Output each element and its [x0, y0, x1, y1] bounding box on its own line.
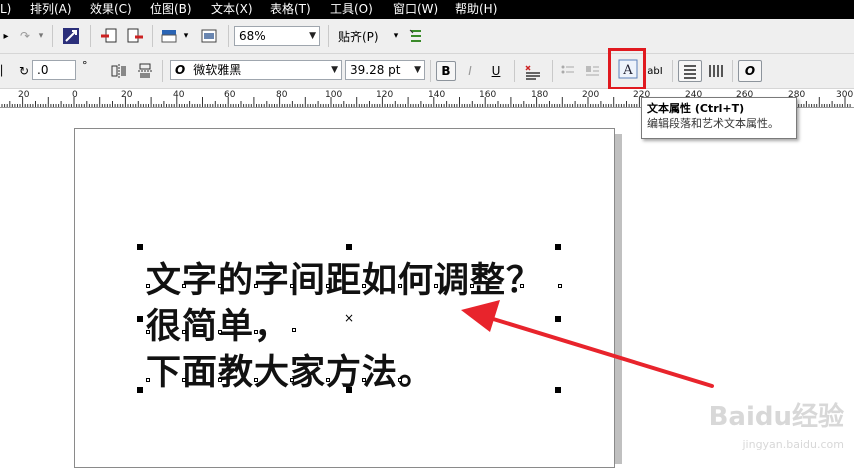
tooltip: 文本属性 (Ctrl+T) 编辑段落和艺术文本属性。 [641, 97, 797, 139]
tooltip-description: 编辑段落和艺术文本属性。 [647, 117, 779, 130]
watermark-logo: Baidu经验 [708, 402, 844, 432]
watermark-url: jingyan.baidu.com [742, 438, 844, 451]
tooltip-title: 文本属性 (Ctrl+T) [647, 102, 745, 115]
annotation-arrow [461, 300, 714, 388]
